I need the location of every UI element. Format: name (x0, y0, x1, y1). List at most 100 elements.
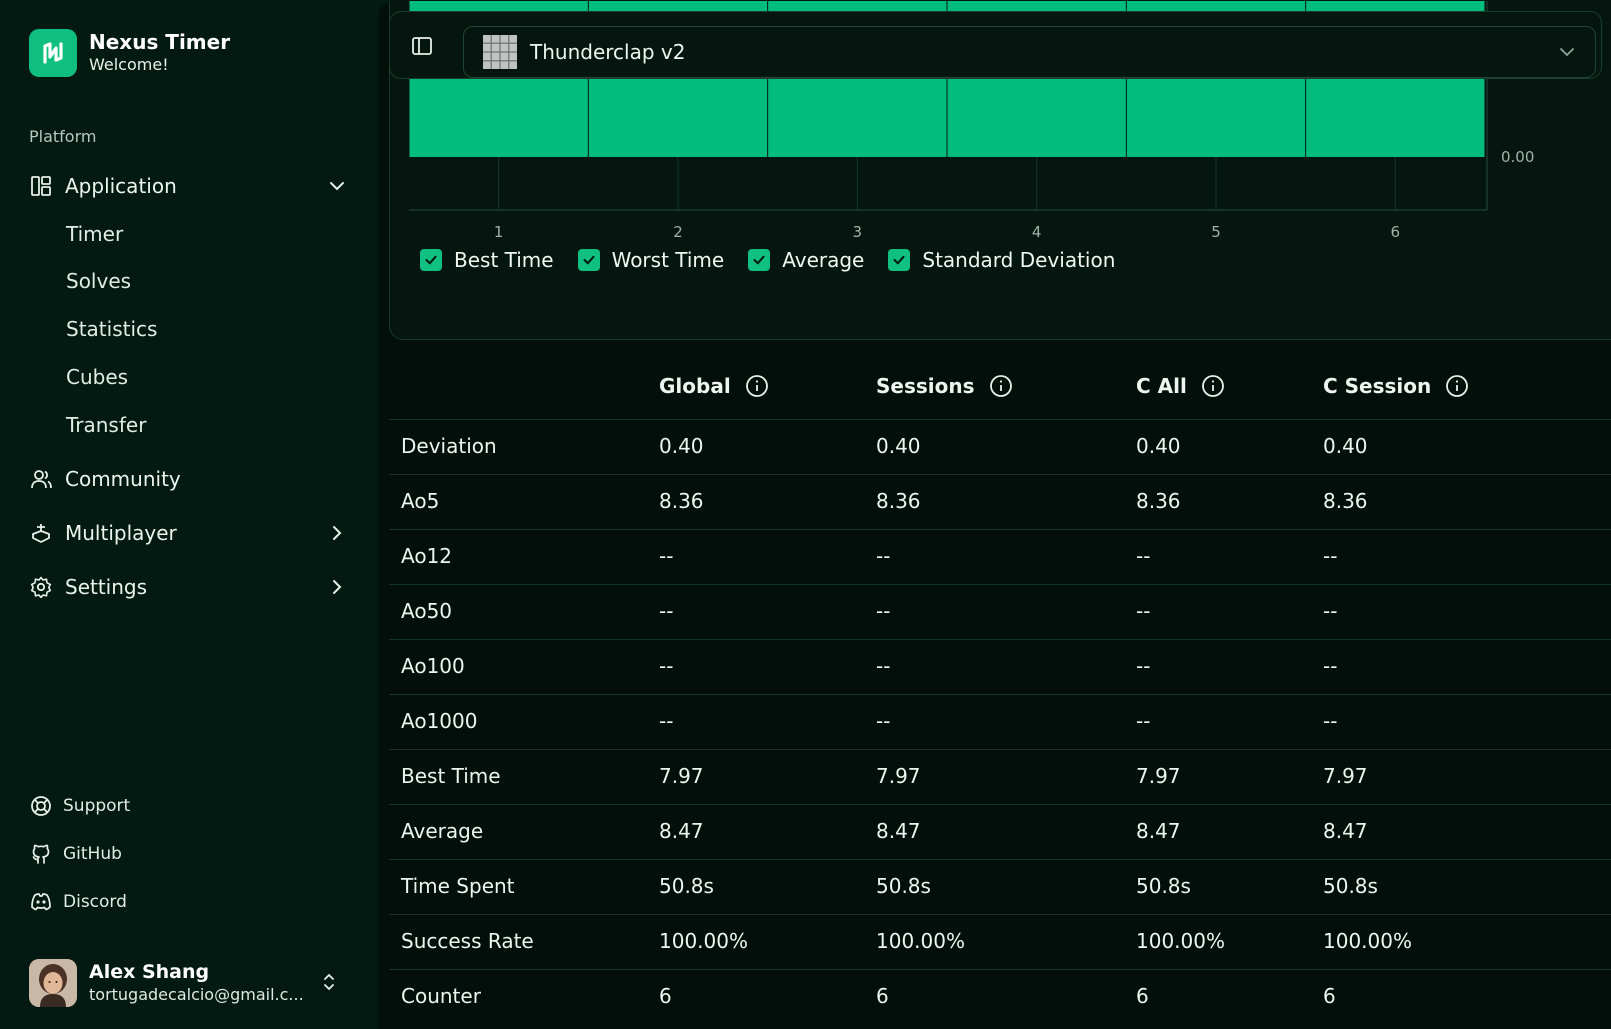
table-cell: -- (876, 544, 891, 568)
table-cell: 6 (876, 984, 889, 1008)
table-cell: 8.47 (659, 819, 704, 843)
table-cell: -- (659, 709, 674, 733)
github-icon (29, 842, 53, 866)
cube-select[interactable]: Thunderclap v2 (463, 26, 1596, 78)
table-cell: 8.47 (1323, 819, 1368, 843)
table-cell: 100.00% (1323, 929, 1412, 953)
legend-standard-deviation[interactable]: Standard Deviation (888, 248, 1115, 272)
info-icon[interactable] (1445, 374, 1469, 398)
table-cell: 8.36 (659, 489, 704, 513)
x-tick-label: 1 (494, 223, 504, 241)
user-menu[interactable]: Alex Shang tortugadecalcio@gmail.c... (29, 958, 349, 1008)
y-tick-label: 0.00 (1501, 148, 1534, 166)
table-row: Ao50 -- -- -- -- (389, 585, 1611, 640)
table-cell: -- (876, 599, 891, 623)
info-icon[interactable] (1201, 374, 1225, 398)
stats-body: Deviation 0.40 0.40 0.40 0.40 Ao5 8.36 8.36 8.36… (389, 420, 1611, 1025)
user-email: tortugadecalcio@gmail.c... (89, 985, 304, 1004)
table-row: Success Rate 100.00% 100.00% 100.00% 100.00% (389, 915, 1611, 970)
column-header-global: Global (659, 374, 769, 398)
stats-table: Global Sessions C All C Session Deviatio… (389, 352, 1611, 1025)
nav-community-label: Community (65, 467, 181, 491)
legend-label: Best Time (454, 248, 554, 272)
chevron-right-icon (325, 521, 349, 545)
row-label: Success Rate (401, 929, 534, 953)
column-header-sessions: Sessions (876, 374, 1013, 398)
column-label: Global (659, 374, 731, 398)
table-row: Ao1000 -- -- -- -- (389, 695, 1611, 750)
chevron-down-icon (325, 174, 349, 198)
user-name: Alex Shang (89, 961, 210, 983)
legend-average[interactable]: Average (748, 248, 864, 272)
row-label: Average (401, 819, 484, 843)
row-label: Ao50 (401, 599, 453, 623)
sidebar-item-statistics[interactable]: Statistics (66, 314, 157, 344)
table-cell: -- (1323, 544, 1338, 568)
lifebuoy-icon (29, 794, 53, 818)
table-row: Deviation 0.40 0.40 0.40 0.40 (389, 420, 1611, 475)
table-cell: 100.00% (876, 929, 965, 953)
main-content: 1 2 3 4 5 6 0.00 Best Time Worst Time Average … (378, 0, 1611, 1029)
sidebar-item-transfer[interactable]: Transfer (66, 410, 146, 440)
x-tick-label: 4 (1032, 223, 1042, 241)
row-label: Ao12 (401, 544, 453, 568)
row-label: Ao100 (401, 654, 465, 678)
table-row: Ao12 -- -- -- -- (389, 530, 1611, 585)
table-cell: -- (876, 654, 891, 678)
row-label: Time Spent (401, 874, 515, 898)
nav-multiplayer[interactable]: Multiplayer (29, 517, 349, 549)
nav-multiplayer-label: Multiplayer (65, 521, 177, 545)
x-tick-label: 5 (1211, 223, 1221, 241)
check-icon (888, 249, 911, 271)
sidebar-toggle-icon[interactable] (410, 34, 434, 58)
info-icon[interactable] (989, 374, 1013, 398)
table-row: Ao100 -- -- -- -- (389, 640, 1611, 695)
nav-community[interactable]: Community (29, 463, 349, 495)
footer-github[interactable]: GitHub (29, 840, 122, 868)
table-cell: -- (659, 599, 674, 623)
check-icon (577, 249, 600, 271)
brand[interactable]: Nexus Timer Welcome! (29, 29, 230, 77)
row-label: Ao5 (401, 489, 440, 513)
table-cell: 6 (1323, 984, 1336, 1008)
sidebar-item-timer[interactable]: Timer (66, 219, 123, 249)
section-label-platform: Platform (29, 127, 97, 146)
table-cell: -- (1136, 544, 1151, 568)
check-icon (420, 249, 442, 271)
table-cell: 50.8s (1136, 874, 1191, 898)
sidebar-item-cubes[interactable]: Cubes (66, 362, 128, 392)
nav-settings[interactable]: Settings (29, 571, 349, 603)
table-cell: 8.36 (1323, 489, 1368, 513)
row-label: Deviation (401, 434, 497, 458)
table-row: Average 8.47 8.47 8.47 8.47 (389, 805, 1611, 860)
column-label: C Session (1323, 374, 1432, 398)
table-cell: 6 (659, 984, 672, 1008)
table-row: Time Spent 50.8s 50.8s 50.8s 50.8s (389, 860, 1611, 915)
info-icon[interactable] (745, 374, 769, 398)
nav-application[interactable]: Application (29, 170, 349, 202)
sidebar-item-solves[interactable]: Solves (66, 266, 131, 296)
users-icon (29, 467, 53, 491)
nav-settings-label: Settings (65, 575, 148, 599)
table-cell: 8.47 (876, 819, 921, 843)
discord-label: Discord (63, 892, 127, 912)
chevron-down-icon (1557, 42, 1577, 66)
sidebar: Nexus Timer Welcome! Platform Applicatio… (0, 0, 378, 1029)
table-row: Ao5 8.36 8.36 8.36 8.36 (389, 475, 1611, 530)
table-cell: 50.8s (1323, 874, 1378, 898)
table-cell: -- (1323, 709, 1338, 733)
footer-support[interactable]: Support (29, 792, 130, 820)
layout-panel-icon (29, 174, 53, 198)
table-row: Best Time 7.97 7.97 7.97 7.97 (389, 750, 1611, 805)
row-label: Counter (401, 984, 481, 1008)
footer-discord[interactable]: Discord (29, 888, 127, 916)
toolbar: Thunderclap v2 (389, 11, 1602, 79)
table-cell: 7.97 (1136, 764, 1181, 788)
column-label: C All (1136, 374, 1187, 398)
legend-best-time[interactable]: Best Time (420, 248, 554, 272)
table-cell: 50.8s (876, 874, 931, 898)
legend-worst-time[interactable]: Worst Time (577, 248, 724, 272)
chevron-right-icon (325, 575, 349, 599)
table-cell: 8.36 (876, 489, 921, 513)
table-cell: 0.40 (876, 434, 921, 458)
